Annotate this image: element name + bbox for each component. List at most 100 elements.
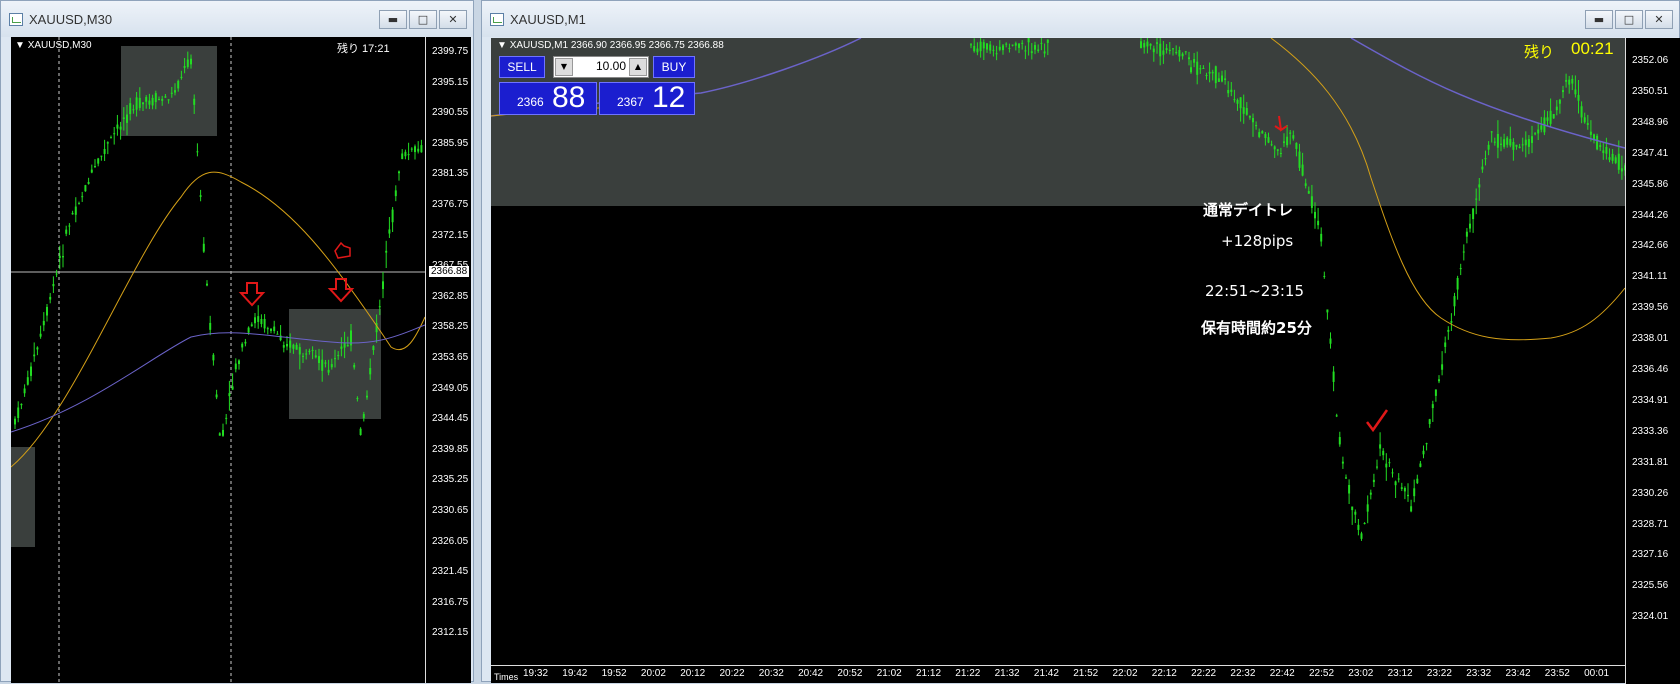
minimize-button[interactable]: ▬: [1585, 10, 1613, 29]
candle-body: [394, 190, 397, 197]
price-axis[interactable]: 2399.75 2395.15 2390.55 2385.95 2381.35 2376.…: [425, 37, 471, 683]
title-bar[interactable]: XAUUSD,M30 ▬ □ ✕: [1, 1, 473, 37]
candle-body: [100, 155, 103, 157]
candle-body: [1193, 58, 1196, 63]
price-zone: [11, 447, 35, 547]
candle-body: [1245, 108, 1248, 115]
sell-button[interactable]: SELL: [499, 56, 545, 78]
candle-body: [1002, 45, 1004, 51]
window-title: XAUUSD,M1: [510, 12, 586, 27]
candle-body: [1465, 231, 1468, 237]
price-tick: 2349.05: [432, 382, 469, 394]
candle-body: [401, 153, 404, 160]
candle-body: [1202, 67, 1205, 69]
candle-body: [391, 209, 394, 223]
candle-body: [1558, 99, 1561, 104]
candle-body: [1046, 39, 1049, 43]
buy-button[interactable]: BUY: [653, 56, 695, 78]
candle-body: [1602, 150, 1605, 154]
candle-body: [1524, 139, 1527, 146]
buy-price-button[interactable]: 2367 12: [599, 81, 695, 115]
maximize-button[interactable]: □: [409, 10, 437, 29]
lot-decrease-icon[interactable]: ▼: [555, 58, 573, 76]
candle-body: [1428, 419, 1431, 425]
candle-body: [1394, 481, 1397, 486]
candle-body: [1620, 168, 1623, 172]
candle-body: [103, 149, 106, 154]
candle-body: [145, 97, 148, 102]
candle-body: [1586, 123, 1589, 125]
candle-body: [1481, 166, 1484, 170]
candle-body: [1571, 78, 1574, 84]
time-tick: 20:22: [719, 668, 745, 679]
candle-body: [1354, 511, 1357, 515]
candle-body: [1289, 132, 1292, 134]
candle-body: [372, 346, 375, 351]
time-tick: 19:32: [523, 668, 549, 679]
candle-body: [1190, 67, 1192, 73]
candle-body: [1469, 223, 1471, 229]
lot-size-input[interactable]: ▼ 10.00 ▲: [553, 56, 649, 78]
candle-body: [369, 367, 372, 375]
candle-body: [1304, 183, 1307, 186]
candle-body: [1496, 133, 1499, 148]
price-chart-m30[interactable]: ▼ XAUUSD,M30 残り 17:21: [11, 37, 425, 683]
price-tick: 2335.25: [432, 474, 469, 486]
candle-body: [1487, 144, 1490, 150]
candle-body: [340, 346, 343, 349]
candle-body: [1021, 42, 1024, 44]
candle-body: [1159, 43, 1162, 57]
candle-body: [1357, 524, 1360, 530]
candle-body: [1236, 99, 1239, 104]
candle-body: [382, 281, 384, 290]
remaining-label: 残り: [1524, 44, 1555, 61]
candle-body: [212, 354, 215, 361]
candle-body: [979, 41, 982, 52]
close-button[interactable]: ✕: [1645, 10, 1673, 29]
price-axis[interactable]: 2352.06 2350.51 2348.96 2347.41 2345.86 2344.…: [1625, 38, 1680, 684]
candle-body: [1326, 309, 1329, 313]
candle-body: [1248, 115, 1251, 118]
lot-value: 10.00: [595, 59, 626, 73]
candle-body: [110, 137, 112, 139]
candle-body: [273, 326, 276, 332]
price-tick: 2316.75: [432, 596, 469, 608]
candle-body: [298, 347, 301, 355]
candle-body: [1011, 44, 1014, 46]
buy-price-big: 12: [652, 81, 686, 114]
candle-body: [417, 148, 420, 152]
candle-body: [126, 114, 128, 123]
price-tick: 2385.95: [432, 137, 469, 149]
candle-body: [1568, 79, 1571, 85]
candle-body: [1196, 61, 1199, 75]
candle-body: [1500, 143, 1502, 145]
price-chart-m1[interactable]: ▼ XAUUSD,M1 2366.90 2366.95 2366.75 2366…: [491, 38, 1680, 683]
candle-body: [986, 43, 988, 50]
maximize-button[interactable]: □: [1615, 10, 1643, 29]
candle-body: [266, 328, 269, 330]
close-button[interactable]: ✕: [439, 10, 467, 29]
candle-body: [1239, 97, 1242, 109]
candle-body: [1379, 444, 1382, 449]
price-tick: 2339.85: [432, 443, 469, 455]
candle-body: [58, 255, 61, 259]
candle-body: [142, 102, 144, 105]
candle-body: [1317, 220, 1320, 226]
candle-body: [1611, 153, 1614, 161]
candle-body: [1478, 184, 1481, 188]
time-tick: 00:01: [1584, 668, 1610, 679]
time-tick: 21:12: [916, 668, 942, 679]
candle-body: [1391, 472, 1394, 474]
title-bar[interactable]: XAUUSD,M1 ▬ □ ✕: [482, 1, 1679, 37]
sell-price-button[interactable]: 2366 88: [499, 81, 597, 115]
candle-body: [1143, 43, 1146, 48]
candle-body: [62, 256, 64, 258]
time-tick: 21:02: [876, 668, 902, 679]
minimize-button[interactable]: ▬: [379, 10, 407, 29]
candle-body: [407, 154, 410, 156]
time-axis[interactable]: Times 19:32 19:42 19:52 20:02 20:12 20:22 20:3…: [491, 665, 1625, 683]
trade-style-note: 通常デイトレ: [1203, 201, 1294, 219]
candle-body: [36, 347, 39, 350]
lot-increase-icon[interactable]: ▲: [629, 58, 647, 76]
price-tick: 2328.71: [1632, 518, 1669, 530]
